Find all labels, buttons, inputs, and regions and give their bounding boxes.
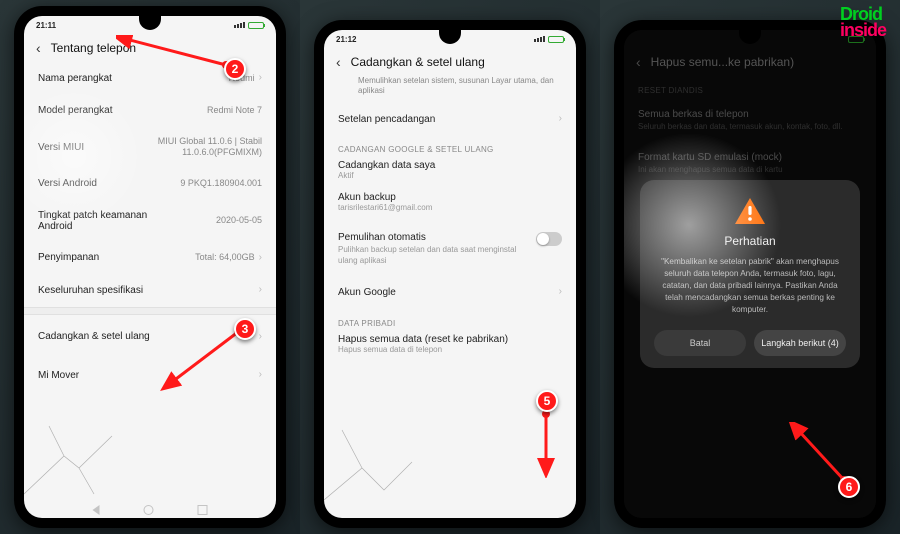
title-bar: ‹ Cadangkan & setel ulang bbox=[324, 48, 576, 76]
status-icons bbox=[534, 36, 564, 43]
row-auto-restore[interactable]: Pemulihan otomatis Pulihkan backup setel… bbox=[324, 222, 576, 276]
cancel-button[interactable]: Batal bbox=[654, 330, 746, 356]
annotation-arrow-5 bbox=[526, 408, 566, 478]
panel-2: 21:12 ‹ Cadangkan & setel ulang Memulihk… bbox=[300, 0, 600, 534]
screen-about-phone: 21:11 ‹ Tentang telepon Nama perangkat R… bbox=[24, 16, 276, 518]
next-step-button[interactable]: Langkah berikut (4) bbox=[754, 330, 846, 356]
nav-back-icon[interactable] bbox=[93, 505, 100, 515]
chevron-right-icon: › bbox=[559, 286, 562, 299]
row-all-specs[interactable]: Keseluruhan spesifikasi › bbox=[24, 274, 276, 307]
toggle-auto-restore[interactable] bbox=[536, 232, 562, 246]
dialog-title: Perhatian bbox=[654, 234, 846, 248]
back-icon[interactable]: ‹ bbox=[36, 40, 41, 56]
status-icons bbox=[234, 22, 264, 29]
chevron-right-icon: › bbox=[259, 369, 262, 382]
chevron-right-icon: › bbox=[259, 252, 262, 265]
row-backup-settings[interactable]: Setelan pencadangan › bbox=[324, 103, 576, 136]
row-backup-my-data[interactable]: Cadangkan data saya Aktif bbox=[324, 158, 576, 190]
annotation-arrow-2 bbox=[116, 35, 236, 75]
dialog-body: "Kembalikan ke setelan pabrik" akan meng… bbox=[654, 256, 846, 315]
screen-crack bbox=[24, 406, 114, 496]
section-divider bbox=[24, 307, 276, 315]
chevron-right-icon: › bbox=[259, 72, 262, 85]
row-security-patch[interactable]: Tingkat patch keamanan Android 2020-05-0… bbox=[24, 200, 276, 242]
watermark-logo: Droid inside bbox=[840, 6, 886, 38]
chevron-right-icon: › bbox=[259, 284, 262, 297]
annotation-marker-5: 5 bbox=[536, 390, 558, 412]
row-model[interactable]: Model perangkat Redmi Note 7 bbox=[24, 95, 276, 126]
nav-recent-icon[interactable] bbox=[198, 505, 208, 515]
panel-3: ‹ Hapus semu...ke pabrikan) RESET DIANDI… bbox=[600, 0, 900, 534]
signal-icon bbox=[234, 22, 245, 28]
panel-1: 21:11 ‹ Tentang telepon Nama perangkat R… bbox=[0, 0, 300, 534]
chevron-right-icon: › bbox=[559, 113, 562, 126]
row-miui[interactable]: Versi MIUI MIUI Global 11.0.6 | Stabil 1… bbox=[24, 126, 276, 169]
row-google-account[interactable]: Akun Google › bbox=[324, 276, 576, 309]
confirm-dialog: Perhatian "Kembalikan ke setelan pabrik"… bbox=[640, 180, 860, 367]
status-time: 21:12 bbox=[336, 35, 356, 44]
section-header-google: CADANGAN GOOGLE & SETEL ULANG bbox=[324, 135, 576, 158]
battery-icon bbox=[248, 22, 264, 29]
battery-icon bbox=[548, 36, 564, 43]
annotation-marker-6: 6 bbox=[838, 476, 860, 498]
row-storage[interactable]: Penyimpanan Total: 64,00GB› bbox=[24, 242, 276, 275]
status-time: 21:11 bbox=[36, 21, 56, 30]
chevron-right-icon: › bbox=[259, 331, 262, 344]
annotation-marker-3: 3 bbox=[234, 318, 256, 340]
signal-icon bbox=[534, 36, 545, 42]
page-title: Cadangkan & setel ulang bbox=[351, 55, 485, 69]
screen-crack bbox=[324, 420, 414, 510]
phone-frame-1: 21:11 ‹ Tentang telepon Nama perangkat R… bbox=[14, 6, 286, 528]
nav-bar[interactable] bbox=[93, 505, 208, 515]
row-backup-account[interactable]: Akun backup tarisrilestari61@gmail.com bbox=[324, 190, 576, 222]
annotation-marker-2: 2 bbox=[224, 58, 246, 80]
nav-home-icon[interactable] bbox=[144, 505, 154, 515]
row-android[interactable]: Versi Android 9 PKQ1.180904.001 bbox=[24, 168, 276, 199]
page-subtitle: Memulihkan setelan sistem, susunan Layar… bbox=[324, 76, 576, 103]
back-icon[interactable]: ‹ bbox=[336, 54, 341, 70]
row-factory-reset[interactable]: Hapus semua data (reset ke pabrikan) Hap… bbox=[324, 332, 576, 364]
section-header-personal: DATA PRIBADI bbox=[324, 309, 576, 332]
alert-icon bbox=[733, 196, 767, 226]
